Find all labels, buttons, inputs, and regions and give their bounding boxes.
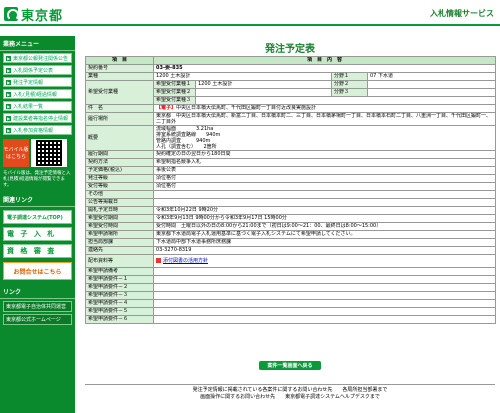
- table-row: 担当局部課 下水道局中部下水道事務所庶務課: [85, 238, 497, 247]
- sidebar-item-label: 建設業者等指名停止情報: [13, 115, 69, 122]
- table-row: 業種 1200 土木設計 分野１ 07 下水道: [85, 72, 497, 81]
- sidebar-item-suspension[interactable]: ▶ 建設業者等指名停止情報: [3, 113, 72, 123]
- tokyo-emblem-icon: [4, 7, 19, 21]
- sidebar-item-label: 入札関係予定公表: [13, 67, 54, 74]
- page-header: 東京都 入札情報サービス: [0, 0, 500, 36]
- table-row: 発注等級 須位格付: [85, 174, 497, 183]
- table-row: 予定価格(税込) 事後公表: [85, 166, 497, 175]
- pdf-icon: [156, 257, 161, 263]
- help-desk-banner[interactable]: お問合せはこちら: [3, 262, 72, 280]
- e-bidding-button[interactable]: 電 子 入 札: [3, 227, 72, 241]
- arrow-right-icon: ▶: [6, 55, 11, 61]
- table-row: 公告等掲載日: [85, 198, 497, 207]
- sidebar-item-order-schedule[interactable]: ▶ 発注予定情報: [3, 77, 72, 87]
- table-row: 希望申請要件－１: [85, 275, 497, 284]
- main-content: 発注予定表 項 目項 目 内 容 契約番号 03-委-835 業種 1200 土木設…: [85, 36, 497, 413]
- arrow-right-icon: ▶: [6, 103, 11, 109]
- arrow-right-icon: ▶: [6, 115, 11, 121]
- links-heading: リンク: [0, 284, 75, 299]
- table-row: 契約方法 希望制指名競争入札: [85, 158, 497, 167]
- back-to-list-button[interactable]: 案件一覧画面へ戻る: [259, 361, 321, 370]
- sidebar-item-bid-schedule[interactable]: ▶ 入札関係予定公表: [3, 65, 72, 75]
- related-links-heading: 関連リンク: [0, 192, 75, 207]
- mobile-label: モバイル版: [3, 147, 29, 153]
- table-row: 希望申請備考: [85, 267, 497, 276]
- sidebar-item-public-notice[interactable]: ▶ 東京都公報発注関係公告: [3, 53, 72, 63]
- table-row: 希望受付期間 令和3年9月13日 9時00分から令和3年9月17日 15時00分: [85, 214, 497, 223]
- table-row: 希望受付業種 希望受付業種１ 1200 土木設計 分野２: [85, 80, 497, 105]
- page-title: 発注予定表: [265, 44, 315, 55]
- table-row: 受付等級 須位格付: [85, 182, 497, 191]
- service-title: 入札情報サービス: [430, 9, 494, 18]
- qualification-review-button[interactable]: 資 格 審 査: [3, 244, 72, 258]
- table-row: 希望申請要件－３: [85, 291, 497, 300]
- arrow-right-icon: ▶: [6, 67, 11, 73]
- page-footer: 発注予定情報に掲載されている各案件に関するお問い合わせ先 各局所担当部署まで 画…: [85, 384, 495, 401]
- e-procurement-top-button[interactable]: 電子調達システム(TOP): [3, 210, 72, 224]
- footer-line: 発注予定情報に掲載されている各案件に関するお問い合わせ先 各局所担当部署まで: [192, 387, 388, 393]
- table-row: 履行期間 契約確定の日の翌日から180日間: [85, 150, 497, 159]
- arrow-right-icon: ▶: [6, 127, 11, 133]
- table-header-content: 項 目 内 容: [152, 56, 497, 65]
- logo-text: 東京都: [21, 8, 64, 24]
- sidebar-menu-heading: 業務メニュー: [0, 36, 75, 51]
- sidebar-item-label: 東京都公報発注関係公告: [13, 55, 69, 62]
- arrow-right-icon: ▶: [6, 79, 11, 85]
- table-row: 配布資料等 添付図書の活用方針: [85, 254, 497, 268]
- table-row: 希望申請要件－５: [85, 307, 497, 316]
- sidebar-item-bid-progress[interactable]: ▶ 入札(見積)経過情報: [3, 89, 72, 99]
- detail-table: 項 目項 目 内 容 契約番号 03-委-835 業種 1200 土木設計 分野１ 07…: [85, 56, 497, 324]
- back-button-label: 案件一覧画面へ戻る: [267, 363, 313, 369]
- header-divider: [0, 24, 500, 26]
- sidebar-item-qualification[interactable]: ▶ 入札参加資格情報: [3, 125, 72, 135]
- docs-link[interactable]: 添付図書の活用方針: [163, 258, 208, 264]
- sidebar-item-label: 入札参加資格情報: [13, 127, 54, 134]
- table-row: 開札予定日時 令和3年10月22日 9時20分: [85, 206, 497, 215]
- tokyo-logo[interactable]: 東京都: [4, 5, 66, 24]
- sidebar-item-label: 入札結果一覧: [13, 103, 44, 110]
- footer-line: 画面操作に関するお問い合わせ先 東京都電子調達システムヘルプデスクまで: [200, 394, 380, 400]
- arrow-right-icon: ▶: [6, 91, 11, 97]
- table-row: 契約番号 03-委-835: [85, 64, 497, 73]
- table-row: 希望申請要件－４: [85, 299, 497, 308]
- sidebar-item-label: 発注予定情報: [13, 79, 44, 86]
- project-name: 中央区日本橋大伝馬町、千代田区鍛町一丁目付近改良実施設計: [176, 105, 317, 112]
- mobile-link[interactable]: モバイル版 はこちら: [3, 139, 29, 167]
- table-row: 希望受付時間 受付時間 土曜日以外の日の8:00から21:00まで（初日は9:00…: [85, 222, 497, 231]
- mobile-sub: はこちら: [5, 154, 26, 160]
- mobile-banner[interactable]: モバイル版 はこちら: [3, 139, 72, 167]
- summary-line: 人孔（調査含む） 2箇所: [156, 144, 217, 150]
- help-label: お問合せはこちら: [13, 268, 62, 276]
- table-row: 概要 流域幅面 3.21ha 排室系統調査路線 940m 管路内調査 940m …: [85, 125, 497, 151]
- sidebar-item-bid-results[interactable]: ▶ 入札結果一覧: [3, 101, 72, 111]
- table-header-item: 項 目: [85, 56, 154, 65]
- table-row: 連絡先 03-3270-8319: [85, 246, 497, 255]
- sidebar: 業務メニュー ▶ 東京都公報発注関係公告 ▶ 入札関係予定公表 ▶ 発注予定情報 ▶ 入…: [0, 36, 75, 413]
- table-row: 希望申請場所 東京都下水道局電子入札運用基準に基づく電子入札システムにて希望申請し…: [85, 230, 497, 239]
- table-row: 履行場所 東京都 中央区日本橋大伝馬町、新富二丁目、日本橋本町二、三丁目、日本橋茅…: [85, 112, 497, 126]
- table-row: 件 名【電子】中央区日本橋大伝馬町、千代田区鍛町一丁目付近改良実施設計: [85, 104, 497, 113]
- link-official-homepage[interactable]: 東京都公式ホームページ: [3, 314, 72, 325]
- table-row: その他: [85, 190, 497, 199]
- mobile-description: モバイル版は、発注予定情報と入札(見積)経過情報が閲覧できます。: [3, 171, 71, 188]
- qr-code-icon: [31, 139, 67, 167]
- table-row: 希望申請要件－６: [85, 315, 497, 324]
- link-joint-operation[interactable]: 東京都電子自治体共同運営: [3, 301, 72, 312]
- table-row: 希望申請要件－２: [85, 283, 497, 292]
- electronic-tag: 【電子】: [156, 105, 177, 112]
- sidebar-item-label: 入札(見積)経過情報: [13, 91, 57, 98]
